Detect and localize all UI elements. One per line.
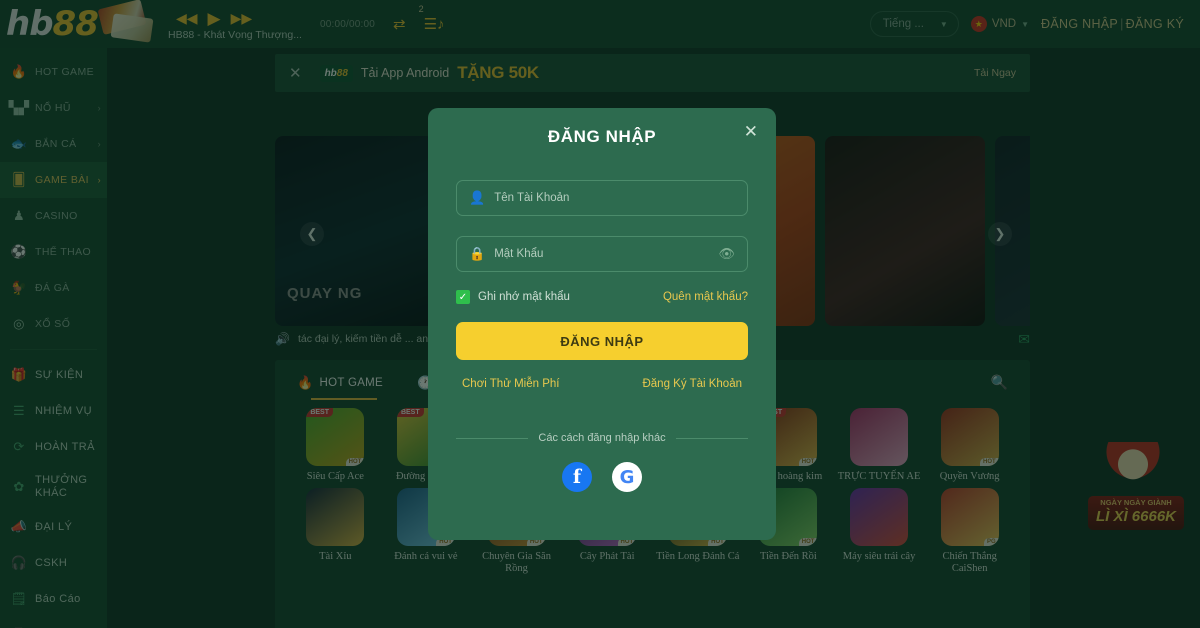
- modal-links: Chơi Thử Miễn Phí Đăng Ký Tài Khoản: [456, 378, 748, 390]
- remember-label: Ghi nhớ mật khẩu: [478, 291, 570, 303]
- divider-line-right: [675, 437, 749, 439]
- eye-off-icon[interactable]: 👁: [718, 246, 735, 262]
- close-icon[interactable]: ✕: [744, 123, 758, 140]
- remember-row: ✓ Ghi nhớ mật khẩu Quên mật khẩu?: [456, 290, 748, 304]
- social-login-buttons: f G: [456, 462, 748, 492]
- forgot-password-link[interactable]: Quên mật khẩu?: [663, 291, 748, 303]
- username-field[interactable]: 👤 Tên Tài Khoản: [456, 180, 748, 216]
- username-placeholder: Tên Tài Khoản: [494, 192, 570, 204]
- trial-play-link[interactable]: Chơi Thử Miễn Phí: [462, 378, 559, 390]
- divider-text: Các cách đăng nhập khác: [538, 432, 666, 444]
- page-root: hb88 ◀◀ ▶ ▶▶ HB88 - Khát Vọng Thượng... …: [0, 0, 1200, 628]
- divider-line-left: [456, 437, 529, 439]
- login-submit-button[interactable]: ĐĂNG NHẬP: [456, 322, 748, 360]
- social-divider: Các cách đăng nhập khác: [456, 432, 749, 444]
- modal-title: ĐĂNG NHẬP: [547, 127, 657, 146]
- remember-checkbox[interactable]: ✓: [456, 290, 470, 304]
- user-icon: 👤: [469, 190, 486, 205]
- password-field[interactable]: 🔒 Mật Khẩu 👁: [456, 236, 748, 272]
- login-modal: ĐĂNG NHẬP ✕ 👤 Tên Tài Khoản 🔒 Mật Khẩu 👁…: [428, 108, 776, 540]
- register-account-link[interactable]: Đăng Ký Tài Khoản: [642, 378, 742, 390]
- password-placeholder: Mật Khẩu: [494, 248, 544, 260]
- google-login-icon[interactable]: G: [612, 462, 642, 492]
- lock-icon: 🔒: [469, 246, 486, 261]
- google-glyph: G: [619, 466, 635, 488]
- facebook-login-icon[interactable]: f: [562, 462, 592, 492]
